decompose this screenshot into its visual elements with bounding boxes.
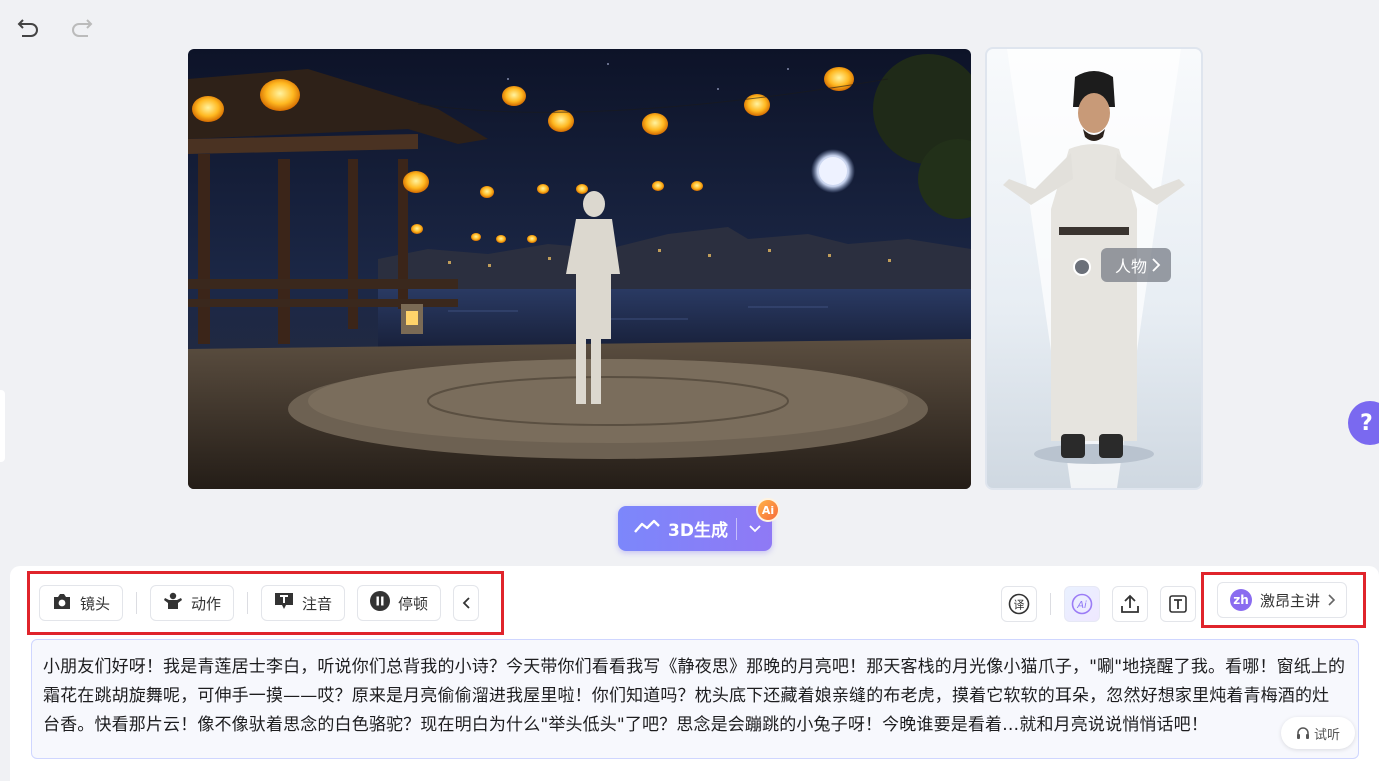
character-marker-icon bbox=[1073, 258, 1091, 276]
chevron-right-icon bbox=[1328, 594, 1336, 606]
action-tool-button[interactable]: 动作 bbox=[150, 585, 235, 621]
ai-icon: Ai bbox=[1071, 593, 1093, 615]
chevron-left-icon bbox=[462, 597, 470, 609]
camera-tool-label: 镜头 bbox=[80, 594, 111, 613]
redo-icon[interactable] bbox=[68, 14, 96, 42]
insert-tools-group: 镜头 动作 注音 停顿 bbox=[27, 571, 504, 635]
undo-icon[interactable] bbox=[14, 14, 42, 42]
generate-options-dropdown[interactable] bbox=[737, 524, 772, 533]
text-frame-icon bbox=[1169, 595, 1187, 613]
character-button-label: 人物 bbox=[1115, 257, 1148, 276]
help-button[interactable]: ? bbox=[1348, 401, 1379, 445]
generate-3d-main[interactable]: 3D生成 bbox=[618, 516, 736, 541]
script-text[interactable]: 小朋友们好呀！我是青莲居士李白，听说你们总背我的小诗？今天带你们看看我写《静夜思… bbox=[43, 653, 1346, 740]
chevron-right-icon bbox=[1151, 258, 1161, 272]
voice-selector-group: zh 激昂主讲 bbox=[1201, 572, 1366, 628]
left-panel-handle[interactable] bbox=[0, 390, 5, 462]
svg-text:Ai: Ai bbox=[1076, 600, 1087, 611]
generate-3d-button[interactable]: 3D生成 bbox=[618, 506, 772, 551]
text-frame-button[interactable] bbox=[1160, 586, 1196, 622]
history-controls bbox=[14, 14, 96, 42]
translate-button[interactable]: 译 bbox=[1001, 586, 1037, 622]
generate-3d-label: 3D生成 bbox=[668, 521, 728, 541]
character-select-button[interactable]: 人物 bbox=[1101, 248, 1172, 282]
collapse-tools-button[interactable] bbox=[453, 585, 480, 621]
phonetic-tool-button[interactable]: 注音 bbox=[261, 585, 346, 621]
voice-label: 激昂主讲 bbox=[1260, 591, 1321, 610]
language-badge: zh bbox=[1230, 589, 1252, 611]
camera-tool-button[interactable]: 镜头 bbox=[39, 585, 124, 621]
character-card[interactable]: 人物 bbox=[985, 47, 1203, 490]
voice-select-button[interactable]: zh 激昂主讲 bbox=[1217, 582, 1348, 618]
svg-text:译: 译 bbox=[1014, 599, 1025, 612]
pause-tool-button[interactable]: 停顿 bbox=[357, 585, 442, 621]
try-listen-button[interactable]: 试听 bbox=[1281, 717, 1355, 749]
divider bbox=[247, 592, 249, 614]
divider bbox=[136, 592, 138, 614]
chart-line-icon bbox=[634, 518, 660, 539]
right-tools: 译 Ai bbox=[1001, 586, 1196, 622]
upload-button[interactable] bbox=[1112, 586, 1148, 622]
scene-preview[interactable] bbox=[188, 49, 971, 489]
phonetic-tool-label: 注音 bbox=[302, 594, 333, 613]
divider bbox=[1050, 593, 1051, 615]
ai-badge: Ai bbox=[756, 498, 780, 522]
headphones-icon bbox=[1296, 727, 1309, 739]
action-tool-label: 动作 bbox=[191, 594, 222, 613]
camera-icon bbox=[52, 593, 72, 614]
ai-assist-button[interactable]: Ai bbox=[1064, 586, 1100, 622]
text-t-icon bbox=[274, 592, 294, 614]
pause-tool-label: 停顿 bbox=[398, 594, 429, 613]
upload-icon bbox=[1121, 594, 1139, 613]
chevron-down-icon bbox=[748, 524, 761, 532]
script-textarea[interactable]: 小朋友们好呀！我是青莲居士李白，听说你们总背我的小诗？今天带你们看看我写《静夜思… bbox=[31, 639, 1359, 759]
pause-icon bbox=[370, 591, 391, 615]
translate-icon: 译 bbox=[1008, 593, 1030, 615]
try-listen-label: 试听 bbox=[1313, 727, 1340, 743]
person-action-icon bbox=[163, 592, 183, 614]
